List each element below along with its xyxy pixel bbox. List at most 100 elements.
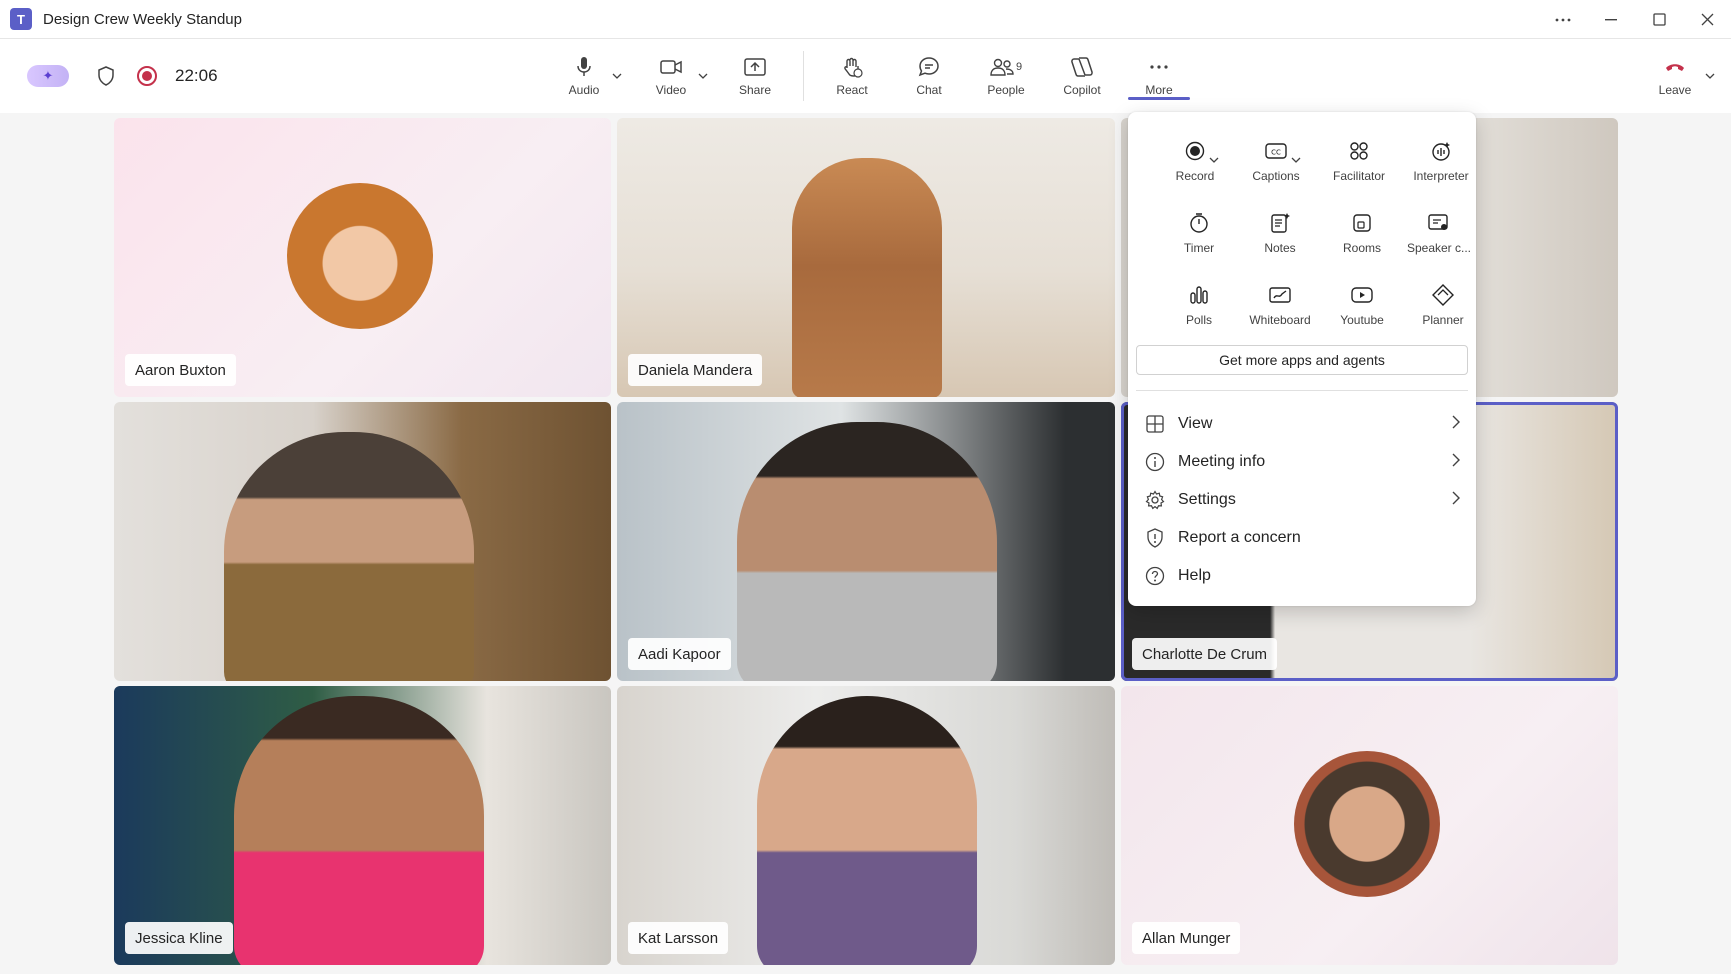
timer-label: Timer [1183, 241, 1215, 255]
microphone-icon [576, 56, 592, 78]
window-title: Design Crew Weekly Standup [43, 10, 242, 28]
menu-item-meeting-info[interactable]: Meeting info [1128, 443, 1476, 481]
record-icon [1185, 138, 1205, 164]
youtube-icon [1351, 282, 1373, 308]
shield-icon[interactable] [95, 65, 117, 87]
recording-indicator-icon [137, 66, 157, 86]
record-options-chevron-icon[interactable] [1207, 153, 1221, 167]
youtube-label: Youtube [1340, 313, 1384, 327]
chat-label: Chat [916, 82, 942, 97]
participant-name: Kat Larsson [628, 922, 729, 954]
facilitator-button[interactable]: Facilitator [1318, 132, 1400, 192]
participant-video [234, 696, 484, 965]
chat-button[interactable]: Chat [897, 39, 961, 113]
record-button[interactable]: Record [1154, 132, 1236, 192]
participant-tile-allan-munger[interactable]: Allan Munger [1121, 686, 1618, 965]
share-button[interactable]: Share [723, 39, 787, 113]
polls-label: Polls [1185, 313, 1212, 327]
notes-button[interactable]: Notes [1239, 204, 1321, 264]
get-more-apps-button[interactable]: Get more apps and agents [1136, 345, 1468, 375]
planner-icon [1432, 282, 1454, 308]
planner-label: Planner [1422, 313, 1464, 327]
interpreter-button[interactable]: Interpreter [1400, 132, 1482, 192]
timer-icon [1189, 210, 1209, 236]
view-grid-icon [1144, 413, 1166, 435]
polls-button[interactable]: Polls [1158, 276, 1240, 336]
participant-name: Daniela Mandera [628, 354, 763, 386]
avatar [287, 183, 433, 329]
toolbar-divider [803, 51, 804, 101]
react-label: React [836, 82, 868, 97]
participant-tile[interactable] [114, 402, 611, 681]
share-label: Share [738, 82, 772, 97]
leave-options-chevron-icon[interactable] [1702, 65, 1718, 87]
speaker-coach-label: Speaker c... [1406, 241, 1472, 255]
more-options-icon[interactable] [1539, 0, 1587, 39]
participant-video [757, 696, 977, 965]
more-label: More [1145, 82, 1173, 97]
rooms-label: Rooms [1342, 241, 1381, 255]
chat-bubble-icon [918, 56, 940, 78]
participant-tile-aadi-kapoor[interactable]: Aadi Kapoor [617, 402, 1115, 681]
avatar [1294, 751, 1440, 897]
interpreter-icon [1430, 138, 1452, 164]
whiteboard-button[interactable]: Whiteboard [1239, 276, 1321, 336]
notes-icon [1269, 210, 1291, 236]
participant-name: Allan Munger [1132, 922, 1241, 954]
svg-text:CC: CC [1271, 149, 1281, 157]
participant-tile-daniela-mandera[interactable]: Daniela Mandera [617, 118, 1115, 397]
title-bar: T Design Crew Weekly Standup [0, 0, 1731, 39]
teams-logo-icon: T [10, 8, 32, 30]
audio-options-chevron-icon[interactable] [609, 65, 625, 87]
participant-video [224, 432, 474, 681]
participant-tile-aaron-buxton[interactable]: Aaron Buxton [114, 118, 611, 397]
audio-button[interactable]: Audio [552, 39, 616, 113]
people-button[interactable]: 9 People [974, 39, 1038, 113]
react-button[interactable]: React [820, 39, 884, 113]
more-menu: Record CC Captions Facilitator Interpret… [1128, 112, 1476, 606]
close-icon[interactable] [1683, 0, 1731, 39]
youtube-button[interactable]: Youtube [1321, 276, 1403, 336]
leave-label: Leave [1658, 82, 1692, 97]
captions-label: Captions [1252, 169, 1300, 183]
more-active-indicator [1128, 97, 1190, 100]
meeting-timer: 22:06 [175, 66, 218, 85]
menu-item-view[interactable]: View [1128, 405, 1476, 443]
leave-button[interactable]: Leave [1643, 39, 1707, 113]
maximize-icon[interactable] [1635, 0, 1683, 39]
settings-label: Settings [1178, 491, 1236, 508]
participant-tile-kat-larsson[interactable]: Kat Larsson [617, 686, 1115, 965]
timer-button[interactable]: Timer [1158, 204, 1240, 264]
people-label: People [987, 82, 1025, 97]
speaker-coach-button[interactable]: Speaker c... [1398, 204, 1480, 264]
more-button[interactable]: More [1127, 39, 1191, 113]
participant-tile-jessica-kline[interactable]: Jessica Kline [114, 686, 611, 965]
window-controls [1539, 0, 1731, 39]
participant-name: Charlotte De Crum [1132, 638, 1278, 670]
report-concern-label: Report a concern [1178, 529, 1301, 546]
video-button[interactable]: Video [639, 39, 703, 113]
hang-up-phone-icon [1664, 56, 1686, 78]
planner-button[interactable]: Planner [1402, 276, 1484, 336]
rooms-button[interactable]: Rooms [1321, 204, 1403, 264]
copilot-button[interactable]: Copilot [1050, 39, 1114, 113]
participant-video [792, 158, 942, 397]
video-label: Video [655, 82, 687, 97]
hand-react-icon [841, 56, 863, 78]
captions-options-chevron-icon[interactable] [1289, 153, 1303, 167]
menu-item-report-a-concern[interactable]: Report a concern [1128, 519, 1476, 557]
menu-item-help[interactable]: Help [1128, 557, 1476, 595]
facilitator-icon [1349, 138, 1369, 164]
minimize-icon[interactable] [1587, 0, 1635, 39]
record-label: Record [1175, 169, 1215, 183]
captions-button[interactable]: CC Captions [1235, 132, 1317, 192]
copilot-label: Copilot [1063, 82, 1101, 97]
video-options-chevron-icon[interactable] [695, 65, 711, 87]
menu-item-settings[interactable]: Settings [1128, 481, 1476, 519]
chevron-right-icon [1452, 491, 1460, 510]
copilot-icon [1070, 56, 1094, 78]
copilot-sparkle-button[interactable]: ✦ [27, 65, 69, 87]
whiteboard-icon [1269, 282, 1291, 308]
audio-label: Audio [568, 82, 600, 97]
people-icon: 9 [990, 56, 1022, 78]
